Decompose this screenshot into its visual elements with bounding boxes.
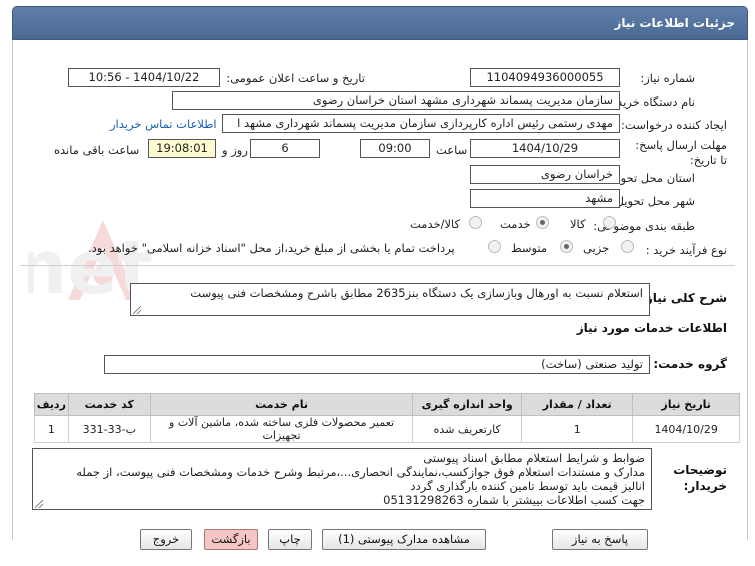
table-row: 1404/10/29 1 کارتعریف شده تعمیر محصولات … xyxy=(34,415,740,443)
cell-service-code: ب-33-331 xyxy=(67,415,151,443)
category-both-label: کالا/خدمت xyxy=(410,217,461,231)
category-service-radio[interactable] xyxy=(536,216,549,229)
process-medium-label: متوسط xyxy=(511,241,548,255)
category-goods-label: کالا xyxy=(570,217,586,231)
creator-field: مهدی رستمی رئیس اداره کارپردازی سازمان م… xyxy=(222,114,620,133)
description-text: استعلام نسبت به اورهال وبازسازی یک دستگا… xyxy=(190,286,643,300)
notes-line: جهت کسب اطلاعات بییشتر با شماره 05131298… xyxy=(383,493,645,507)
need-number-label: شماره نیاز: xyxy=(640,71,695,85)
announce-date-field: 1404/10/22 - 10:56 xyxy=(68,68,220,87)
col-row: ردیف xyxy=(34,393,69,416)
city-label: شهر محل تحویل: xyxy=(611,194,695,208)
payment-note: پرداخت تمام یا بخشی از مبلغ خرید،از محل … xyxy=(88,241,455,255)
divider xyxy=(20,265,735,266)
announce-date-label: تاریخ و ساعت اعلان عمومی: xyxy=(226,71,365,85)
buyer-notes-label: توضیحات خریدار: xyxy=(673,463,727,493)
cell-need-date: 1404/10/29 xyxy=(632,415,740,443)
need-number-field: 1104094936000055 xyxy=(470,68,620,87)
creator-label: ایجاد کننده درخواست: xyxy=(621,118,727,132)
buyer-field: سازمان مدیریت پسماند شهرداری مشهد استان … xyxy=(172,91,620,110)
col-service-name: نام خدمت xyxy=(149,393,414,416)
back-button[interactable]: بازگشت xyxy=(204,529,258,550)
process-medium-radio[interactable] xyxy=(560,240,573,253)
category-goods-radio[interactable] xyxy=(603,216,616,229)
page-title: جزئیات اطلاعات نیاز xyxy=(614,16,735,30)
cell-unit: کارتعریف شده xyxy=(412,415,523,443)
days-label: روز و xyxy=(222,143,248,157)
services-section-title: اطلاعات خدمات مورد نیاز xyxy=(576,321,727,335)
days-remaining-field: 6 xyxy=(250,139,320,158)
process-minor-radio[interactable] xyxy=(621,240,634,253)
remaining-time-field: 19:08:01 xyxy=(148,139,216,158)
exit-button[interactable]: خروج xyxy=(140,529,192,550)
table-header-row: تاریخ نیاز تعداد / مقدار واحد اندازه گیر… xyxy=(34,393,740,416)
cell-row: 1 xyxy=(34,415,69,443)
city-field: مشهد xyxy=(470,189,620,208)
deadline-time-field: 09:00 xyxy=(360,139,430,158)
treasury-payment-checkbox[interactable] xyxy=(488,240,501,253)
description-textarea: استعلام نسبت به اورهال وبازسازی یک دستگا… xyxy=(130,283,650,316)
province-field: خراسان رضوی xyxy=(470,165,620,184)
process-label: نوع فرآیند خرید : xyxy=(645,243,727,257)
buyer-contact-link[interactable]: اطلاعات تماس خریدار xyxy=(110,117,217,131)
resize-handle[interactable] xyxy=(133,306,141,314)
buyer-notes-textarea: ضوابط و شرایط استعلام مطابق اسناد پیوستی… xyxy=(32,448,652,510)
category-service-label: خدمت xyxy=(500,217,531,231)
deadline-date-field: 1404/10/29 xyxy=(470,139,620,158)
process-minor-label: جزیی xyxy=(583,241,610,255)
notes-line: انالیز قیمت باید توسط تامین کننده بارگذا… xyxy=(410,479,646,493)
col-service-code: کد خدمت xyxy=(67,393,151,416)
notes-line: ضوابط و شرایط استعلام مطابق اسناد پیوستی xyxy=(423,451,645,465)
deadline-label: مهلت ارسال پاسخ: تا تاریخ: xyxy=(635,138,727,167)
view-attachments-button[interactable]: مشاهده مدارک پیوستی (1) xyxy=(322,529,486,550)
cell-service-name: تعمیر محصولات فلزی ساخته شده، ماشین آلات… xyxy=(149,415,414,443)
cell-quantity: 1 xyxy=(521,415,634,443)
deadline-time-label: ساعت xyxy=(436,143,468,157)
col-need-date: تاریخ نیاز xyxy=(632,393,740,416)
page-header: جزئیات اطلاعات نیاز xyxy=(12,6,748,40)
notes-line: مدارک و مستندات استعلام فوق جوازکسب،نمای… xyxy=(76,465,645,479)
description-label: شرح کلی نیاز: xyxy=(641,291,727,305)
service-group-label: گروه خدمت: xyxy=(653,357,727,371)
resize-handle[interactable] xyxy=(35,500,43,508)
reply-button[interactable]: پاسخ به نیاز xyxy=(552,529,648,550)
col-unit: واحد اندازه گیری xyxy=(412,393,523,416)
col-quantity: تعداد / مقدار xyxy=(521,393,634,416)
services-table: تاریخ نیاز تعداد / مقدار واحد اندازه گیر… xyxy=(34,393,740,443)
print-button[interactable]: چاپ xyxy=(268,529,312,550)
service-group-field: تولید صنعتی (ساخت) xyxy=(104,355,650,374)
category-both-radio[interactable] xyxy=(469,216,482,229)
remaining-time-label: ساعت باقی مانده xyxy=(54,143,140,157)
